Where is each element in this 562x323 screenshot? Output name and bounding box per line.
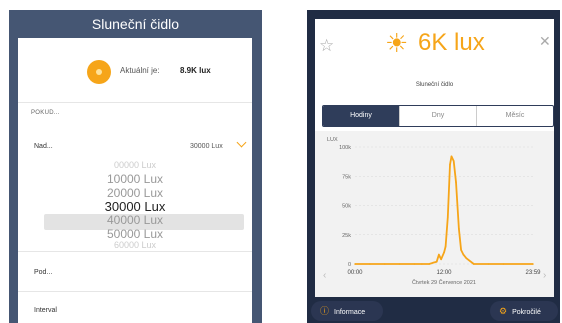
sensor-name: Sluneční čidlo [415, 82, 454, 88]
advanced-button[interactable]: ⚙ Pokročilé [490, 301, 558, 321]
gear-icon: ⚙ [499, 306, 508, 316]
data-point [450, 155, 453, 158]
x-tick-label: 23:59 [525, 270, 541, 276]
data-point [449, 163, 451, 166]
right-screen: ☆ ✕ ☀ 6K lux Sluneční čidlo Hodiny Dny M… [307, 10, 560, 323]
advanced-button-label: Pokročilé [512, 309, 541, 316]
sun-icon [87, 60, 111, 84]
x-tick-label: 00:00 [347, 270, 363, 276]
data-point [443, 251, 445, 254]
page-title: Sluneční čidlo [91, 16, 180, 32]
chevron-right-icon: › [543, 270, 546, 281]
data-point [462, 253, 465, 256]
chart-area: LUX 100k 75k 50k 25k 0 00:00 12:00 23:59 Čtvrtek … [315, 131, 554, 297]
current-value: 8.9K lux [180, 66, 211, 75]
data-point [432, 262, 434, 264]
left-screen: Sluneční čidlo Aktuální je: 8.9K lux POK… [9, 10, 262, 323]
divider [18, 102, 252, 103]
date-label: Čtvrtek 29 Července 2021 [412, 279, 476, 286]
data-point [428, 263, 431, 265]
data-point [502, 263, 505, 265]
lux-chart: LUX100k 75k 50k 25k 0 00:00 12:00 23:59 Čtvrtek … [323, 137, 546, 286]
data-point [421, 263, 423, 265]
series-line [355, 155, 533, 265]
data-point [465, 257, 468, 259]
y-tick-label: 75k [342, 174, 351, 180]
settings-card: Aktuální je: 8.9K lux POKUD... Nad... 30… [18, 38, 252, 323]
data-point [532, 263, 534, 265]
chevron-left-icon: ‹ [323, 270, 326, 281]
data-point [444, 245, 447, 248]
picker-item-selected[interactable]: 30000 Lux [18, 199, 252, 214]
data-point [487, 263, 490, 265]
sensor-value: 6K lux [418, 29, 485, 56]
tab-hours[interactable]: Hodiny [323, 106, 400, 126]
data-point [458, 228, 460, 230]
data-point [452, 160, 455, 162]
picker-item[interactable]: 60000 Lux [18, 240, 252, 250]
sun-icon: ☀ [385, 28, 409, 58]
current-label: Aktuální je: [120, 66, 160, 75]
data-point [398, 263, 401, 265]
data-point [354, 263, 356, 265]
data-point [446, 216, 449, 218]
picker-item[interactable]: 10000 Lux [18, 172, 252, 186]
chevron-down-icon[interactable] [236, 137, 247, 148]
period-tabs: Hodiny Dny Měsíc [322, 105, 554, 127]
close-icon[interactable]: ✕ [539, 33, 551, 50]
divider [18, 291, 252, 292]
row-over-value[interactable]: 30000 Lux [190, 143, 223, 150]
star-icon[interactable]: ☆ [319, 36, 334, 56]
detail-card: ☆ ✕ ☀ 6K lux Sluneční čidlo Hodiny Dny M… [315, 19, 554, 297]
info-icon: ⓘ [320, 306, 330, 316]
picker-item[interactable]: 40000 Lux [18, 213, 252, 227]
row-interval-label[interactable]: Interval [34, 307, 57, 314]
info-button-label: Informace [334, 309, 366, 316]
picker-item[interactable]: 50000 Lux [18, 227, 252, 241]
picker-item[interactable]: 00000 Lux [18, 160, 252, 170]
data-point [440, 258, 442, 261]
picker-item[interactable]: 20000 Lux [18, 186, 252, 200]
divider [18, 251, 252, 252]
y-tick-label: 25k [342, 233, 351, 239]
info-button[interactable]: ⓘ Informace [311, 301, 383, 321]
data-point [413, 263, 416, 265]
data-point [438, 253, 440, 256]
data-point [435, 260, 438, 263]
y-axis-title: LUX [327, 137, 338, 143]
y-tick-label: 100k [339, 145, 351, 151]
data-point [460, 249, 462, 251]
row-over-label[interactable]: Nad... [34, 143, 53, 150]
y-tick-label: 50k [342, 204, 351, 210]
section-label: POKUD... [31, 110, 60, 116]
tab-month[interactable]: Měsíc [477, 106, 553, 126]
data-point [472, 263, 475, 265]
data-point [383, 263, 386, 265]
data-point [369, 263, 371, 265]
sun-icon-core [96, 69, 102, 75]
x-tick-label: 12:00 [436, 270, 452, 276]
data-point [455, 181, 457, 183]
y-tick-label: 0 [348, 262, 351, 268]
row-under-label[interactable]: Pod... [34, 269, 52, 276]
tab-days[interactable]: Dny [400, 106, 477, 126]
